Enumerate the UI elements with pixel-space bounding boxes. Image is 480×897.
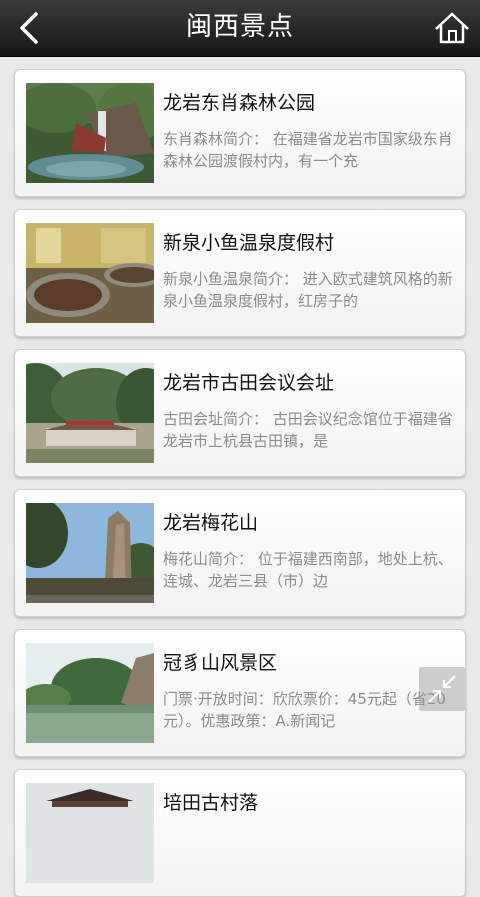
thumbnail-image	[26, 503, 154, 603]
item-title: 龙岩东肖森林公园	[163, 92, 316, 114]
list-item[interactable]: 冠豸山风景区 门票·开放时间：欣欣票价：45元起（省20元）。优惠政策：A.新闻…	[14, 629, 466, 757]
thumbnail-image	[26, 643, 154, 743]
floating-collapse-button[interactable]	[419, 667, 465, 711]
thumbnail-image	[26, 783, 154, 883]
top-bar: 闽西景点	[0, 0, 480, 57]
item-description: 梅花山简介： 位于福建西南部，地处上杭、连城、龙岩三县（市）边	[163, 550, 453, 590]
list-item[interactable]: 龙岩梅花山 梅花山简介： 位于福建西南部，地处上杭、连城、龙岩三县（市）边	[14, 489, 466, 617]
list-item[interactable]: 培田古村落	[14, 769, 466, 897]
item-description: 东肖森林简介： 在福建省龙岩市国家级东肖森林公园渡假村内，有一个充	[163, 130, 453, 170]
item-description: 新泉小鱼温泉简介： 进入欧式建筑风格的新泉小鱼温泉度假村，红房子的	[163, 270, 453, 310]
item-description: 古田会址简介： 古田会议纪念馆位于福建省龙岩市上杭县古田镇，是	[163, 410, 453, 450]
item-description: 门票·开放时间：欣欣票价：45元起（省20元）。优惠政策：A.新闻记	[163, 690, 446, 730]
item-description	[163, 828, 453, 876]
item-title: 龙岩梅花山	[163, 512, 259, 534]
home-icon	[435, 12, 469, 44]
page-title: 闽西景点	[185, 12, 294, 42]
list-item[interactable]: 龙岩东肖森林公园 东肖森林简介： 在福建省龙岩市国家级东肖森林公园渡假村内，有一…	[14, 69, 466, 197]
collapse-icon	[428, 675, 456, 703]
list-item[interactable]: 新泉小鱼温泉度假村 新泉小鱼温泉简介： 进入欧式建筑风格的新泉小鱼温泉度假村，红…	[14, 209, 466, 337]
list-item[interactable]: 龙岩市古田会议会址 古田会址简介： 古田会议纪念馆位于福建省龙岩市上杭县古田镇，…	[14, 349, 466, 477]
thumbnail-image	[26, 83, 154, 183]
item-title: 新泉小鱼温泉度假村	[163, 232, 335, 254]
item-title: 培田古村落	[163, 792, 259, 814]
thumbnail-image	[26, 223, 154, 323]
item-title: 龙岩市古田会议会址	[163, 372, 335, 394]
home-button[interactable]	[432, 8, 472, 48]
thumbnail-image	[26, 363, 154, 463]
item-title: 冠豸山风景区	[163, 652, 278, 674]
